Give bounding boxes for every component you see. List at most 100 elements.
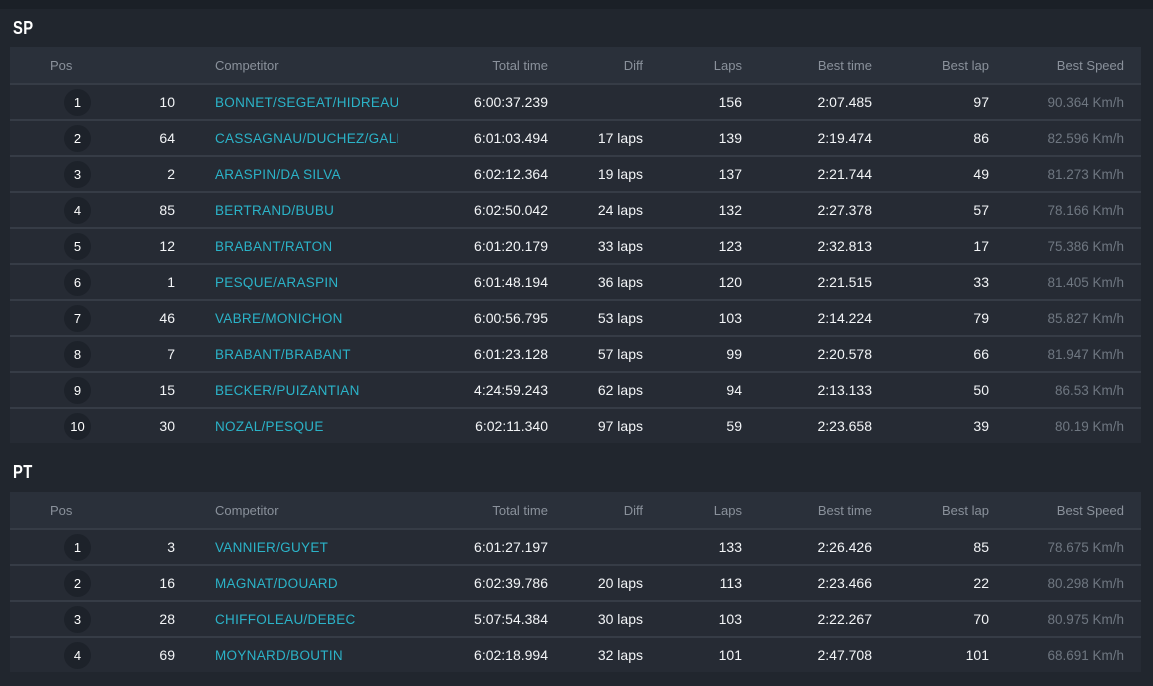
cell-laps: 123 [643,228,742,264]
cell-pos: 4 [10,192,145,228]
cell-total-time: 6:01:23.128 [398,336,548,372]
cell-best-time: 2:27.378 [742,192,872,228]
cell-best-lap: 85 [872,529,989,565]
cell-laps: 133 [643,529,742,565]
cell-pos: 1 [10,529,145,565]
cell-num: 28 [145,601,175,637]
cell-best-speed: 90.364 Km/h [989,84,1141,120]
cell-best-time: 2:32.813 [742,228,872,264]
column-header-pos: Pos [10,47,145,84]
cell-competitor: VANNIER/GUYET [175,529,398,565]
column-header-laps: Laps [643,492,742,529]
column-header-num [145,492,175,529]
cell-best-speed: 85.827 Km/h [989,300,1141,336]
cell-best-time: 2:07.485 [742,84,872,120]
cell-best-speed: 86.53 Km/h [989,372,1141,408]
table-row: 13VANNIER/GUYET6:01:27.1971332:26.426857… [10,529,1141,565]
cell-best-speed: 80.298 Km/h [989,565,1141,601]
competitor-link[interactable]: CHIFFOLEAU/DEBEC [215,612,356,627]
competitor-link[interactable]: BONNET/SEGEAT/HIDREAU [215,95,398,110]
cell-pos: 1 [10,84,145,120]
cell-total-time: 6:01:27.197 [398,529,548,565]
column-header-best-time: Best time [742,47,872,84]
table-row: 32ARASPIN/DA SILVA6:02:12.36419 laps1372… [10,156,1141,192]
table-row: 264CASSAGNAU/DUCHEZ/GALLATO6:01:03.49417… [10,120,1141,156]
cell-pos: 7 [10,300,145,336]
cell-total-time: 6:01:03.494 [398,120,548,156]
cell-best-speed: 75.386 Km/h [989,228,1141,264]
position-badge: 1 [64,89,91,116]
competitor-link[interactable]: ARASPIN/DA SILVA [215,167,341,182]
cell-num: 46 [145,300,175,336]
cell-diff: 33 laps [548,228,643,264]
cell-total-time: 6:00:56.795 [398,300,548,336]
cell-best-lap: 33 [872,264,989,300]
column-header-best-lap: Best lap [872,492,989,529]
column-header-best-speed: Best Speed [989,47,1141,84]
competitor-link[interactable]: BECKER/PUIZANTIAN [215,383,360,398]
cell-competitor: MOYNARD/BOUTIN [175,637,398,672]
cell-pos: 2 [10,565,145,601]
cell-best-time: 2:14.224 [742,300,872,336]
result-section: SP PosCompetitorTotal timeDiffLapsBest t… [10,16,1141,443]
cell-pos: 3 [10,156,145,192]
table-row: 469MOYNARD/BOUTIN6:02:18.99432 laps1012:… [10,637,1141,672]
cell-diff: 97 laps [548,408,643,443]
cell-num: 30 [145,408,175,443]
position-badge: 4 [64,642,91,669]
table-row: 87BRABANT/BRABANT6:01:23.12857 laps992:2… [10,336,1141,372]
cell-best-lap: 17 [872,228,989,264]
competitor-link[interactable]: NOZAL/PESQUE [215,419,324,434]
cell-best-lap: 22 [872,565,989,601]
cell-num: 10 [145,84,175,120]
top-strip [0,0,1153,9]
cell-competitor: NOZAL/PESQUE [175,408,398,443]
cell-laps: 99 [643,336,742,372]
cell-best-speed: 78.166 Km/h [989,192,1141,228]
position-badge: 2 [64,125,91,152]
cell-best-time: 2:26.426 [742,529,872,565]
table-row: 746VABRE/MONICHON6:00:56.79553 laps1032:… [10,300,1141,336]
cell-best-lap: 39 [872,408,989,443]
cell-laps: 113 [643,565,742,601]
table-row: 328CHIFFOLEAU/DEBEC5:07:54.38430 laps103… [10,601,1141,637]
cell-total-time: 6:00:37.239 [398,84,548,120]
position-badge: 5 [64,233,91,260]
competitor-link[interactable]: PESQUE/ARASPIN [215,275,339,290]
results-table: PosCompetitorTotal timeDiffLapsBest time… [10,47,1141,443]
cell-best-lap: 66 [872,336,989,372]
competitor-link[interactable]: VABRE/MONICHON [215,311,343,326]
position-badge: 9 [64,377,91,404]
cell-competitor: PESQUE/ARASPIN [175,264,398,300]
cell-best-speed: 80.975 Km/h [989,601,1141,637]
cell-total-time: 5:07:54.384 [398,601,548,637]
competitor-link[interactable]: VANNIER/GUYET [215,540,328,555]
cell-laps: 94 [643,372,742,408]
competitor-link[interactable]: CASSAGNAU/DUCHEZ/GALLATO [215,131,398,146]
competitor-link[interactable]: BRABANT/BRABANT [215,347,351,362]
cell-laps: 156 [643,84,742,120]
column-header-diff: Diff [548,492,643,529]
competitor-link[interactable]: BRABANT/RATON [215,239,332,254]
competitor-link[interactable]: BERTRAND/BUBU [215,203,334,218]
competitor-link[interactable]: MAGNAT/DOUARD [215,576,338,591]
cell-pos: 9 [10,372,145,408]
competitor-link[interactable]: MOYNARD/BOUTIN [215,648,343,663]
cell-diff: 30 laps [548,601,643,637]
cell-total-time: 6:02:12.364 [398,156,548,192]
cell-pos: 3 [10,601,145,637]
table-row: 485BERTRAND/BUBU6:02:50.04224 laps1322:2… [10,192,1141,228]
column-header-best-time: Best time [742,492,872,529]
results-table: PosCompetitorTotal timeDiffLapsBest time… [10,492,1141,672]
cell-best-time: 2:23.466 [742,565,872,601]
cell-competitor: MAGNAT/DOUARD [175,565,398,601]
cell-best-time: 2:13.133 [742,372,872,408]
cell-competitor: CHIFFOLEAU/DEBEC [175,601,398,637]
cell-total-time: 4:24:59.243 [398,372,548,408]
section-title-text: SP [13,16,34,40]
cell-best-lap: 57 [872,192,989,228]
position-badge: 2 [64,570,91,597]
cell-competitor: CASSAGNAU/DUCHEZ/GALLATO [175,120,398,156]
cell-best-lap: 50 [872,372,989,408]
cell-competitor: BECKER/PUIZANTIAN [175,372,398,408]
